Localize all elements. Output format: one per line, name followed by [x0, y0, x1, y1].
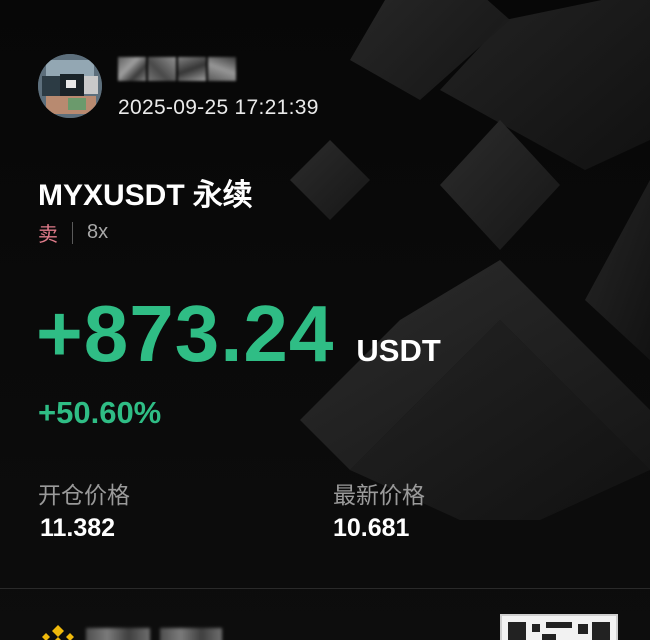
qr-code-icon — [500, 614, 618, 640]
last-price-label: 最新价格 — [333, 482, 425, 508]
leverage-label: 8x — [87, 221, 109, 243]
pnl-row: +873.24 USDT — [36, 294, 441, 374]
pnl-percent: +50.60% — [38, 395, 162, 430]
entry-price-value: 11.382 — [40, 514, 116, 542]
contract-type: 永续 — [192, 179, 253, 212]
side-label: 卖 — [38, 224, 58, 246]
position-meta: 卖 8x — [38, 218, 108, 247]
footer-referral-text — [160, 628, 222, 640]
meta-divider — [72, 221, 73, 244]
username — [118, 56, 244, 82]
brand-logo-icon — [42, 625, 74, 640]
symbol-title: MYXUSDT 永续 — [38, 170, 253, 214]
pnl-unit: USDT — [356, 333, 441, 368]
footer-divider — [0, 588, 650, 589]
pnl-value: +873.24 — [36, 289, 335, 378]
pnl-share-card: 2025-09-25 17:21:39 MYXUSDT 永续 卖 8x +873.… — [0, 0, 650, 640]
symbol-name: MYXUSDT — [38, 179, 185, 212]
avatar[interactable] — [38, 54, 102, 118]
entry-price-label: 开仓价格 — [38, 482, 130, 508]
last-price-value: 10.681 — [333, 514, 410, 542]
footer-brand-text — [86, 628, 150, 640]
timestamp: 2025-09-25 17:21:39 — [118, 96, 319, 119]
brand-watermark-icon — [290, 0, 650, 520]
